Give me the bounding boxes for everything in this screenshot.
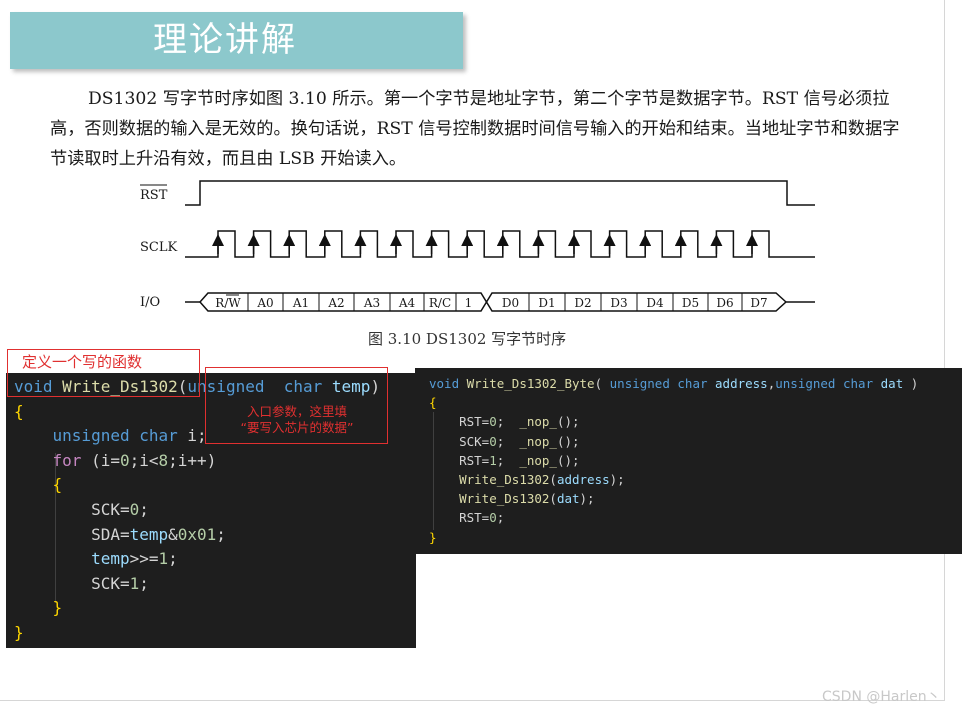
io-address-bit: A1 [292, 296, 309, 310]
io-address-bit: A0 [256, 296, 273, 310]
code-line: Write_Ds1302(address); [459, 472, 625, 487]
io-address-bit: A3 [363, 296, 380, 310]
paragraph-text: DS1302 写字节时序如图 3.10 所示。第一个字节是地址字节，第二个字节是… [50, 89, 900, 169]
slide-title: 理论讲解 [153, 20, 297, 60]
code-line: SCK=0; _nop_(); [429, 433, 580, 449]
io-address-bit: A2 [327, 296, 344, 310]
signal-label-sclk: SCLK [140, 240, 177, 255]
code-line: SCK=0; [14, 500, 149, 519]
sclk-waveform [185, 230, 815, 258]
code-line: SCK=1; [14, 573, 149, 593]
rst-waveform [185, 180, 815, 206]
figure-caption: 图 3.10 DS1302 写字节时序 [368, 330, 567, 348]
io-data-bit: D4 [646, 296, 664, 310]
description-paragraph: DS1302 写字节时序如图 3.10 所示。第一个字节是地址字节，第二个字节是… [50, 84, 912, 174]
io-data-bit: D0 [502, 296, 519, 310]
code-line: { [429, 395, 437, 411]
io-data-bit: D6 [716, 296, 733, 310]
code-line: { [14, 401, 24, 421]
io-address-bit: 1 [465, 296, 473, 310]
code-line: Write_Ds1302(dat); [459, 491, 595, 507]
io-data-bit: D2 [574, 296, 591, 310]
code-line: void Write_Ds1302_Byte( unsigned char ad… [429, 376, 919, 391]
sclk-line [185, 230, 815, 258]
code-line: SDA=temp&0x01; [14, 524, 226, 544]
func-note-label: 定义一个写的函数 [20, 351, 145, 372]
code-line: } [429, 529, 437, 545]
io-data-bit: D1 [538, 296, 555, 310]
title-banner: 理论讲解 [10, 12, 463, 69]
io-address-bit: A4 [398, 296, 416, 310]
signal-label-rst: RST [140, 188, 168, 203]
io-data-bit: D3 [610, 296, 627, 310]
param-note-line2: “要写入芯片的数据” [240, 420, 354, 435]
code-line: for (i=0;i<8;i++) [52, 450, 217, 470]
code-editor-right: void Write_Ds1302_Byte( unsigned char ad… [415, 368, 962, 554]
io-data-bit: D5 [682, 296, 699, 310]
io-address-bit: R/C [429, 296, 451, 310]
code-line: RST=0; _nop_(); [429, 414, 580, 430]
code-line: RST=0; [429, 510, 505, 526]
param-note-line1: 入口参数，这里填 [246, 404, 347, 419]
code-line: unsigned char i; [52, 426, 207, 446]
watermark: CSDN @Harlen丶 [822, 689, 941, 705]
signal-label-io: I/O [140, 295, 160, 310]
code-line: } [52, 598, 63, 618]
io-data-bit: D7 [750, 296, 767, 310]
slide-canvas: 理论讲解 DS1302 写字节时序如图 3.10 所示。第一个字节是地址字节，第… [0, 0, 962, 701]
timing-diagram: RST SCLK I/O R/W A0 A1 A2 A3 A4 R/C 1 D0 D1 D2 D3 D4… [140, 180, 815, 312]
io-address-bit: R/W [215, 296, 241, 310]
code-line: temp>>=1; [91, 549, 178, 569]
code-line: { [52, 475, 63, 495]
io-waveform: R/W A0 A1 A2 A3 A4 R/C 1 D0 D1 D2 D3 D4 D5 D6 D7 [185, 292, 815, 312]
code-line: } [14, 623, 24, 642]
param-note-label: 入口参数，这里填 “要写入芯片的数据” [212, 404, 382, 436]
code-line: RST=1; _nop_(); [429, 452, 580, 468]
